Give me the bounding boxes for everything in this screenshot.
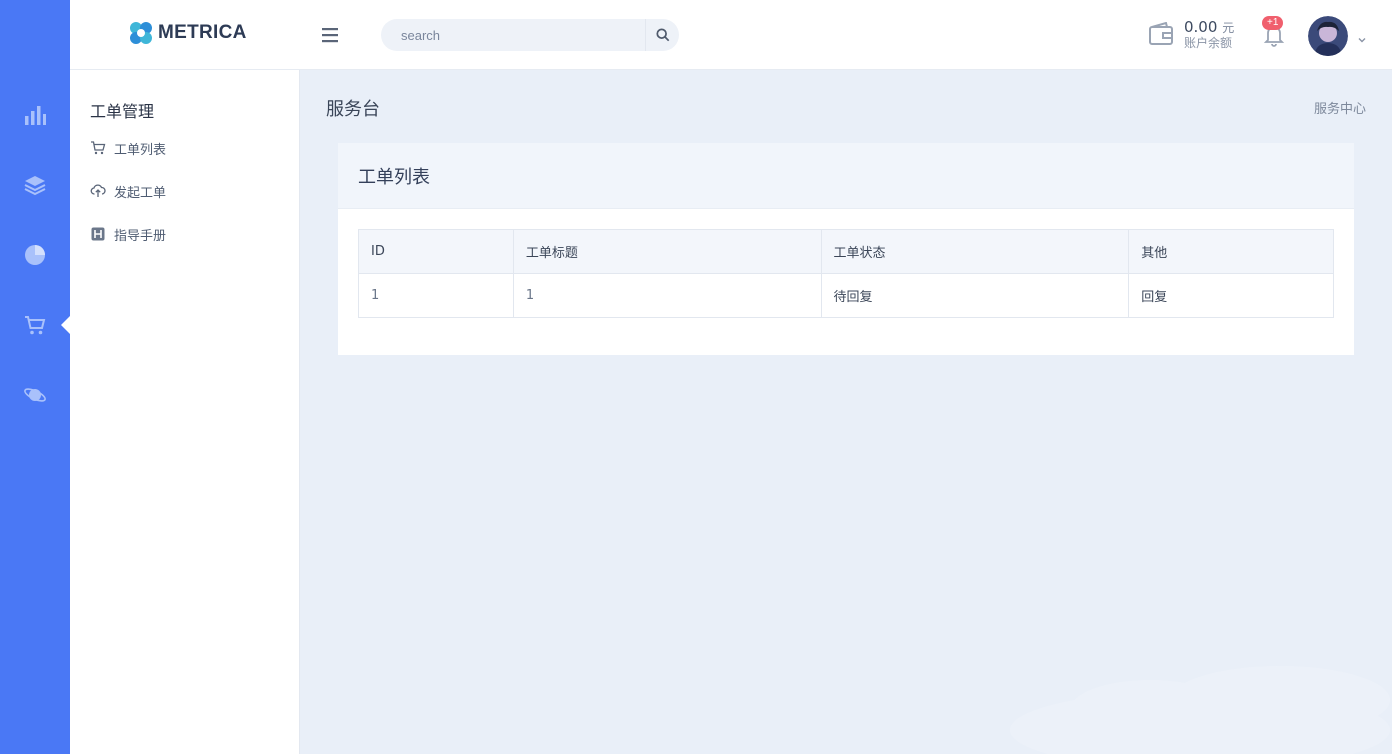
- pie-chart-icon: [25, 245, 45, 265]
- account-balance[interactable]: 0.00 元 账户余额: [1148, 18, 1234, 50]
- column-header-other: 其他: [1128, 229, 1334, 274]
- active-rail-pointer: [61, 316, 70, 334]
- rail-item-analytics[interactable]: [0, 90, 70, 140]
- balance-text: 0.00 元 账户余额: [1184, 18, 1234, 50]
- subnav-item-ticket-list[interactable]: 工单列表: [90, 137, 166, 159]
- search-box: [381, 19, 679, 51]
- cell-title: 1: [512, 273, 822, 318]
- chevron-down-icon: [1358, 38, 1366, 43]
- avatar-image: [1308, 16, 1348, 56]
- breadcrumb[interactable]: 服务中心: [1314, 98, 1366, 117]
- subnav-item-label: 发起工单: [114, 185, 167, 201]
- topbar: METRICA 0.00 元 账户余额: [70, 0, 1392, 70]
- brand-name: METRICA: [158, 22, 247, 43]
- cloud-upload-icon: [90, 184, 106, 197]
- search-input[interactable]: [381, 19, 643, 51]
- table-header-row: ID 工单标题 工单状态 其他: [358, 229, 1334, 274]
- metrica-logo-icon: [130, 22, 152, 44]
- column-header-status: 工单状态: [820, 229, 1130, 274]
- background-cloud-decoration: [1010, 666, 1390, 754]
- search-button[interactable]: [645, 19, 679, 51]
- left-rail: [0, 0, 70, 754]
- balance-value: 0.00 元: [1184, 18, 1234, 36]
- rail-item-explore[interactable]: [0, 370, 70, 420]
- cart-icon: [25, 316, 46, 335]
- wallet-icon: [1149, 22, 1173, 46]
- cell-id: 1: [358, 273, 514, 318]
- column-header-id: ID: [358, 229, 514, 274]
- user-avatar[interactable]: [1308, 16, 1348, 56]
- ticket-list-card: 工单列表 ID 工单标题 工单状态 其他 1 1 待回复 回复: [338, 143, 1354, 355]
- subnav-item-label: 指导手册: [114, 228, 167, 244]
- brand-logo[interactable]: METRICA: [128, 20, 247, 46]
- subnav-item-guide[interactable]: 指导手册: [90, 223, 166, 245]
- hamburger-icon: [322, 28, 338, 43]
- rail-item-reports[interactable]: [0, 230, 70, 280]
- cell-status: 待回复: [820, 273, 1130, 318]
- column-header-title: 工单标题: [512, 229, 822, 274]
- layers-icon: [24, 176, 46, 196]
- menu-toggle-button[interactable]: [318, 23, 342, 47]
- balance-unit: 元: [1222, 21, 1235, 35]
- bar-chart-icon: [25, 106, 46, 125]
- balance-amount: 0.00: [1184, 18, 1218, 36]
- secondary-sidebar: 工单管理 工单列表 发起工单 指导手册: [70, 70, 300, 754]
- table-row: 1 1 待回复 回复: [358, 273, 1334, 318]
- ticket-table: ID 工单标题 工单状态 其他 1 1 待回复 回复: [358, 229, 1334, 318]
- cart-icon: [91, 141, 106, 155]
- planet-icon: [24, 388, 46, 402]
- rail-item-shop[interactable]: [0, 300, 70, 350]
- page-title: 服务台: [326, 99, 380, 120]
- card-header: 工单列表: [338, 143, 1354, 209]
- search-icon: [655, 28, 669, 42]
- card-title: 工单列表: [358, 167, 430, 188]
- subnav-item-new-ticket[interactable]: 发起工单: [90, 180, 166, 202]
- balance-label: 账户余额: [1184, 36, 1233, 50]
- notification-badge: +1: [1262, 16, 1284, 30]
- user-menu-caret[interactable]: [1357, 30, 1367, 43]
- manual-icon: [91, 227, 105, 241]
- reply-link[interactable]: 回复: [1128, 273, 1334, 318]
- subnav-title: 工单管理: [90, 102, 155, 121]
- subnav-item-label: 工单列表: [114, 142, 167, 158]
- rail-item-layers[interactable]: [0, 160, 70, 210]
